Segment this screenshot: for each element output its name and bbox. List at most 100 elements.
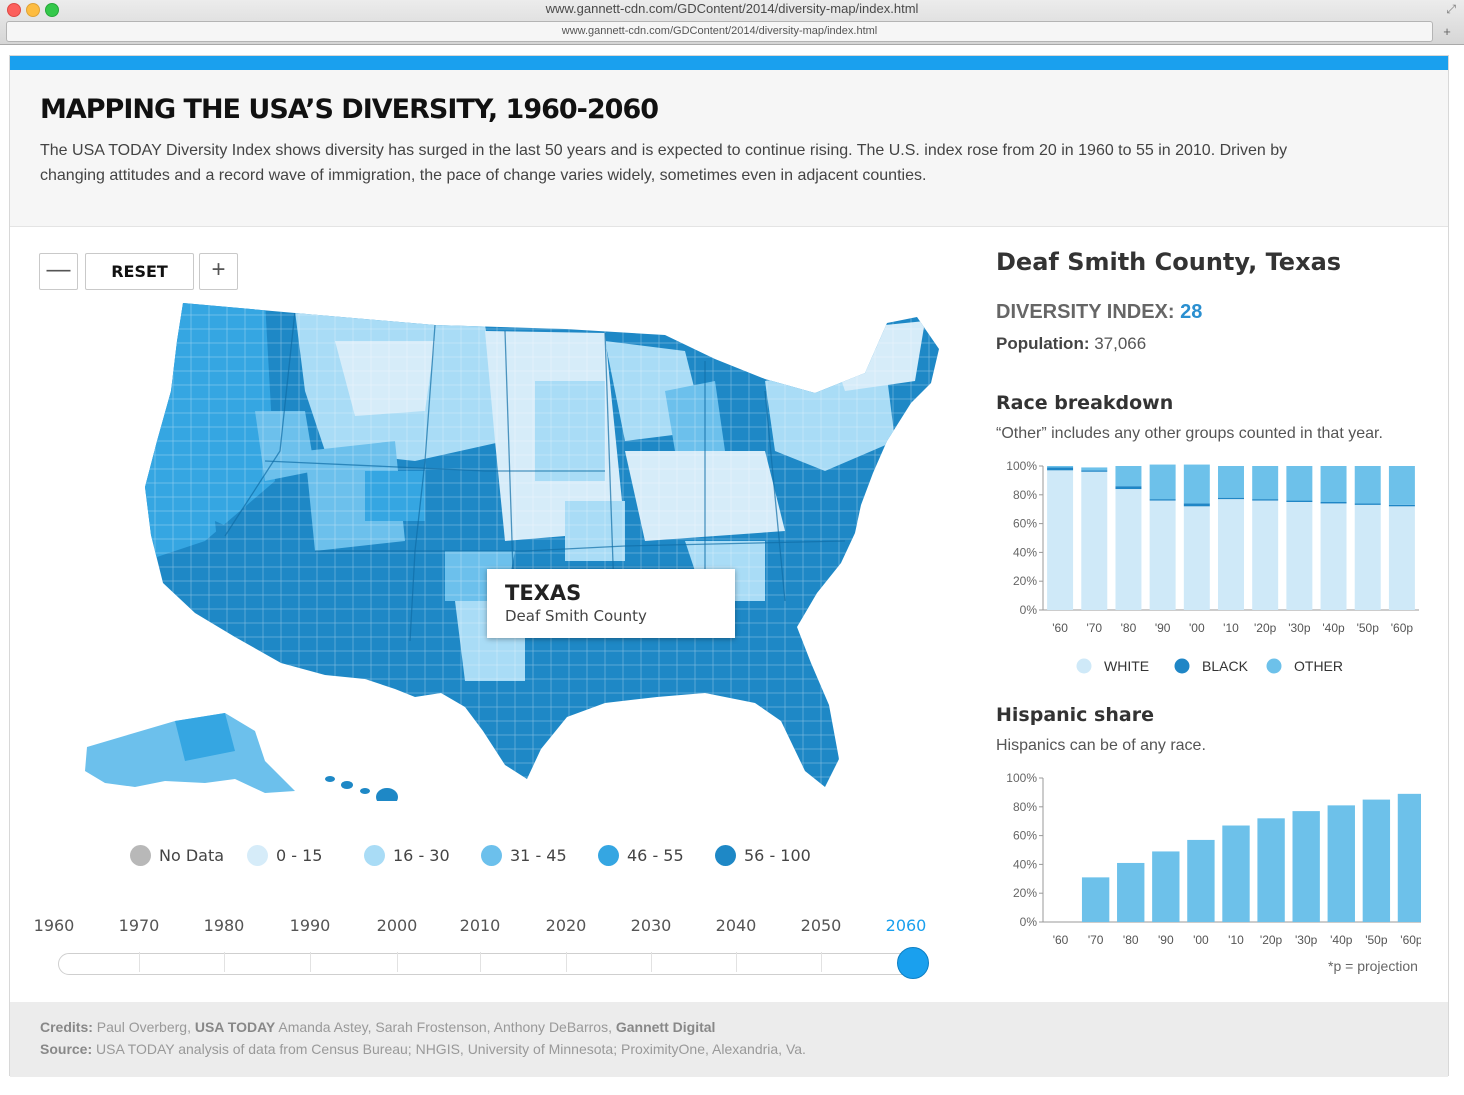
x-tick-label: '50p — [1357, 621, 1380, 635]
bar-other — [1183, 464, 1210, 504]
bar-white — [1183, 506, 1210, 610]
bar-other — [1218, 466, 1244, 498]
slider-tick — [139, 952, 140, 972]
population: Population: 37,066 — [996, 334, 1146, 354]
legend-label: 31 - 45 — [510, 845, 567, 865]
address-bar[interactable]: www.gannett-cdn.com/GDContent/2014/diver… — [6, 21, 1433, 42]
bar-black — [1320, 502, 1347, 504]
footer: Credits: Paul Overberg, USA TODAY Amanda… — [10, 1002, 1448, 1077]
bar-other — [1252, 466, 1279, 500]
fullscreen-icon[interactable]: ⤢ — [1446, 2, 1456, 17]
accent-bar — [10, 56, 1448, 70]
bar-other — [1081, 467, 1108, 471]
population-label: Population: — [996, 334, 1090, 353]
bar-other — [1320, 466, 1347, 502]
legend-swatch — [481, 844, 502, 866]
bar-black — [1047, 467, 1074, 471]
legend-label: 46 - 55 — [627, 845, 684, 865]
bar-hispanic — [1081, 877, 1110, 922]
legend-swatch — [598, 844, 619, 866]
x-tick-label: '40p — [1322, 621, 1345, 635]
url-text[interactable]: www.gannett-cdn.com/GDContent/2014/diver… — [7, 25, 1432, 37]
slider-track[interactable] — [58, 953, 920, 975]
x-tick-label: '90 — [1158, 933, 1174, 947]
x-tick-label: '00 — [1189, 621, 1205, 635]
x-tick-label: '20p — [1254, 621, 1277, 635]
bar-black — [1081, 470, 1108, 472]
x-tick-label: '00 — [1193, 933, 1209, 947]
county-title: Deaf Smith County, Texas — [996, 248, 1342, 276]
year-label-2030[interactable]: 2030 — [631, 916, 672, 935]
year-label-2060[interactable]: 2060 — [886, 916, 927, 935]
credits-label: Credits: — [40, 1019, 93, 1035]
window-title: www.gannett-cdn.com/GDContent/2014/diver… — [545, 1, 919, 16]
bar-black — [1115, 486, 1142, 490]
bar-white — [1218, 499, 1244, 610]
y-tick-label: 0% — [1020, 603, 1038, 617]
x-tick-label: '90 — [1155, 621, 1171, 635]
intro-line-2: changing attitudes and a record wave of … — [40, 167, 927, 184]
x-tick-label: '10 — [1228, 933, 1244, 947]
zoom-out-button[interactable]: — — [39, 253, 78, 290]
credits-people: Amanda Astey, Sarah Frostenson, Anthony … — [278, 1019, 612, 1035]
diversity-index-value: 28 — [1180, 301, 1203, 323]
y-tick-label: 40% — [1013, 545, 1037, 559]
x-tick-label: '60p — [1400, 933, 1421, 947]
y-tick-label: 80% — [1013, 800, 1037, 814]
slider-tick — [566, 952, 567, 972]
bar-black — [1286, 500, 1313, 502]
bar-other — [1388, 466, 1415, 505]
year-label-2010[interactable]: 2010 — [460, 916, 501, 935]
legend-swatch — [715, 844, 736, 866]
slider-handle[interactable] — [897, 947, 929, 979]
bar-other — [1354, 466, 1381, 504]
county-tooltip: TEXAS Deaf Smith County — [487, 569, 735, 638]
year-label-1960[interactable]: 1960 — [34, 916, 75, 935]
bar-white — [1354, 504, 1381, 610]
credits-org-usa-today: USA TODAY — [194, 1019, 276, 1035]
x-tick-label: '40p — [1330, 933, 1353, 947]
intro-text: The USA TODAY Diversity Index shows dive… — [40, 138, 1400, 188]
diversity-index: DIVERSITY INDEX: 28 — [996, 301, 1202, 324]
legend-label-white: WHITE — [1104, 658, 1149, 674]
bar-other — [1149, 464, 1176, 500]
bar-hispanic — [1187, 839, 1215, 922]
hispanic-share-title: Hispanic share — [996, 704, 1154, 726]
slider-tick — [651, 952, 652, 972]
diversity-map[interactable] — [65, 301, 945, 801]
x-tick-label: '10 — [1223, 621, 1239, 635]
intro-line-1: The USA TODAY Diversity Index shows dive… — [40, 142, 1288, 159]
bar-black — [1149, 499, 1176, 501]
year-slider[interactable]: 1960 1970 1980 1990 2000 2010 2020 2030 … — [10, 916, 970, 986]
bar-hispanic — [1292, 811, 1320, 922]
legend-swatch-white — [1076, 658, 1092, 674]
bar-white — [1047, 470, 1074, 610]
source-label: Source: — [40, 1041, 93, 1057]
zoom-in-button[interactable]: + — [199, 253, 238, 290]
legend-label: 56 - 100 — [744, 845, 811, 865]
legend-label: 0 - 15 — [276, 845, 323, 865]
bar-white — [1149, 500, 1176, 610]
year-label-2020[interactable]: 2020 — [546, 916, 587, 935]
bar-hispanic — [1362, 799, 1391, 922]
bar-white — [1388, 506, 1415, 610]
reset-button[interactable]: RESET — [85, 253, 194, 290]
bar-hispanic — [1327, 805, 1355, 922]
legend-label: 16 - 30 — [393, 845, 450, 865]
projection-note: *p = projection — [1328, 958, 1418, 974]
year-label-2040[interactable]: 2040 — [716, 916, 757, 935]
year-label-2000[interactable]: 2000 — [377, 916, 418, 935]
bar-other — [1286, 466, 1313, 501]
x-tick-label: '70 — [1086, 621, 1102, 635]
year-label-1990[interactable]: 1990 — [290, 916, 331, 935]
year-label-1970[interactable]: 1970 — [119, 916, 160, 935]
legend-label-black: BLACK — [1202, 658, 1249, 674]
y-tick-label: 40% — [1013, 857, 1037, 871]
year-label-1980[interactable]: 1980 — [204, 916, 245, 935]
tooltip-state: TEXAS — [505, 581, 582, 605]
bar-black — [1218, 497, 1244, 500]
new-tab-icon[interactable]: + — [1438, 24, 1456, 40]
population-value: 37,066 — [1094, 334, 1147, 353]
x-tick-label: '60 — [1052, 621, 1068, 635]
year-label-2050[interactable]: 2050 — [801, 916, 842, 935]
